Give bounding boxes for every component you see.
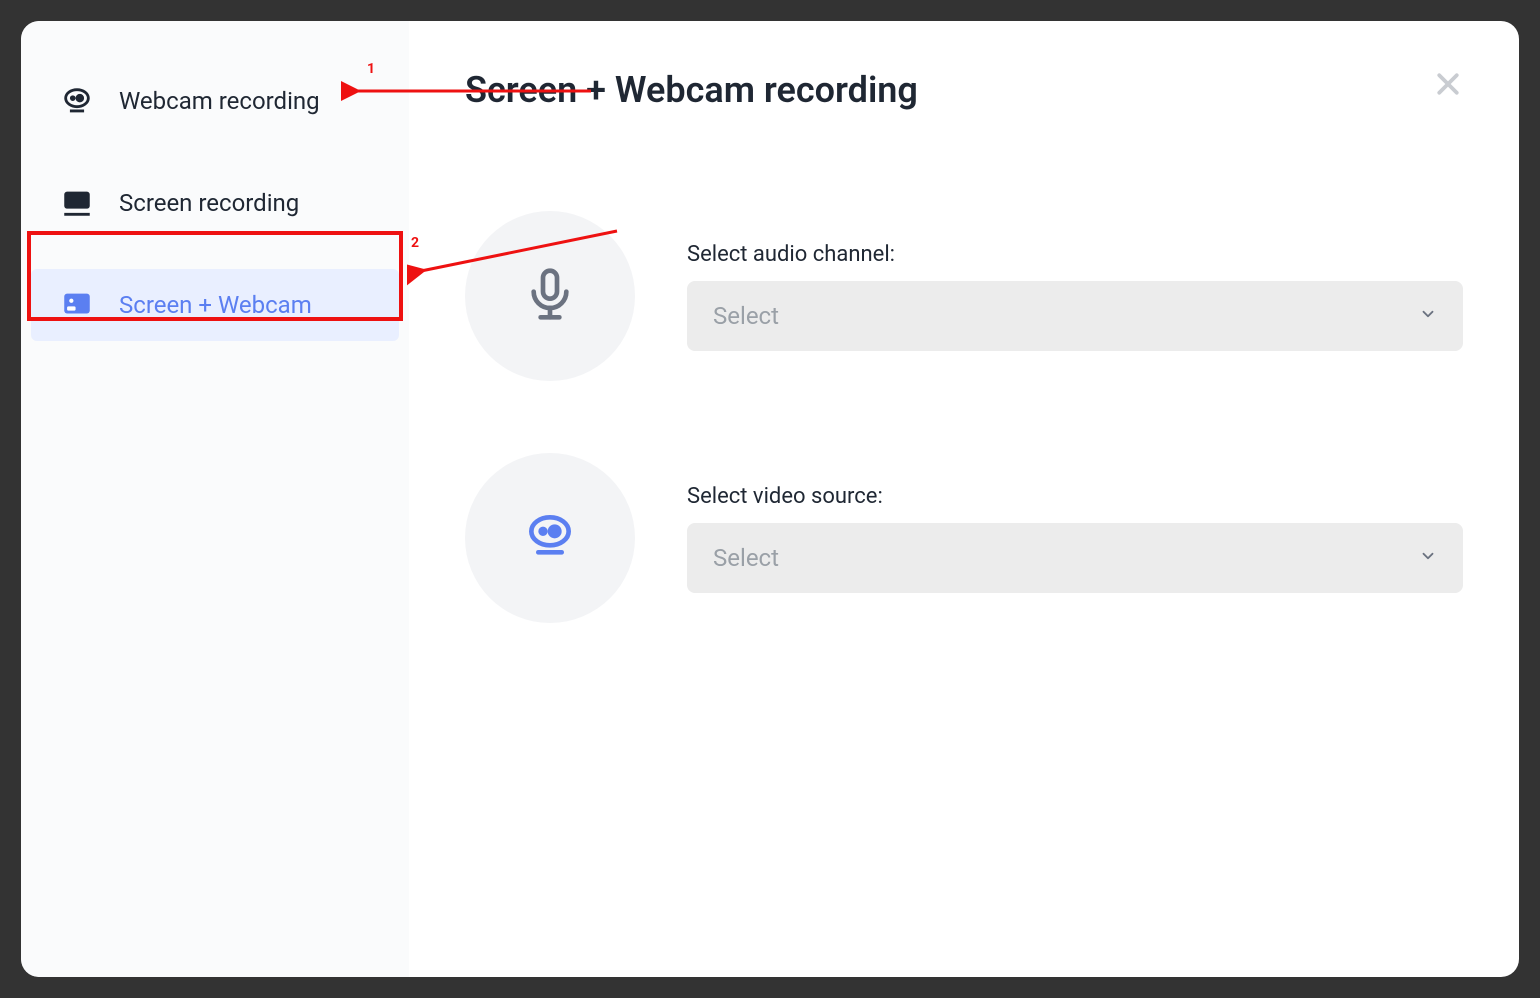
close-button[interactable] [1433, 69, 1463, 103]
main-panel: Screen + Webcam recording Select audio c… [409, 21, 1519, 977]
page-title: Screen + Webcam recording [465, 69, 1463, 111]
screen-webcam-icon [59, 287, 95, 323]
audio-section: Select audio channel: Select [465, 211, 1463, 381]
video-select[interactable]: Select [687, 523, 1463, 593]
chevron-down-icon [1419, 547, 1437, 569]
video-label: Select video source: [687, 484, 1463, 509]
sidebar-item-screen-webcam[interactable]: Screen + Webcam [31, 269, 399, 341]
chevron-down-icon [1419, 305, 1437, 327]
video-select-placeholder: Select [713, 544, 779, 572]
audio-select-placeholder: Select [713, 302, 779, 330]
video-field: Select video source: Select [687, 484, 1463, 593]
audio-label: Select audio channel: [687, 242, 1463, 267]
sidebar-item-label: Screen recording [119, 189, 299, 217]
screen-icon [59, 185, 95, 221]
sidebar-item-webcam[interactable]: Webcam recording [31, 65, 399, 137]
microphone-icon [522, 266, 578, 326]
microphone-icon-circle [465, 211, 635, 381]
recording-mode-modal: Webcam recording Screen recording Screen… [21, 21, 1519, 977]
audio-field: Select audio channel: Select [687, 242, 1463, 351]
sidebar: Webcam recording Screen recording Screen… [21, 21, 409, 977]
sidebar-item-label: Screen + Webcam [119, 291, 312, 319]
webcam-icon [59, 83, 95, 119]
sidebar-item-label: Webcam recording [119, 87, 320, 115]
webcam-icon-circle [465, 453, 635, 623]
webcam-icon [522, 508, 578, 568]
video-section: Select video source: Select [465, 453, 1463, 623]
sidebar-item-screen[interactable]: Screen recording [31, 167, 399, 239]
audio-select[interactable]: Select [687, 281, 1463, 351]
